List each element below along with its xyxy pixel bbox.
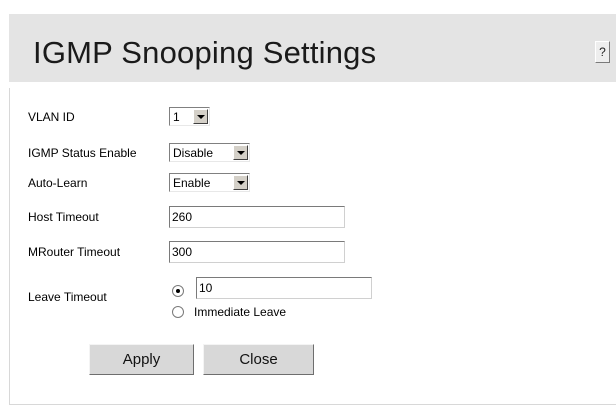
immediate-leave-radio[interactable] — [172, 306, 184, 318]
page: IGMP Snooping Settings ? VLAN ID 1 IGMP … — [0, 0, 616, 413]
chevron-down-icon[interactable] — [233, 175, 248, 190]
chevron-down-icon[interactable] — [193, 109, 208, 124]
mrouter-timeout-label: MRouter Timeout — [28, 245, 121, 259]
close-button[interactable]: Close — [203, 344, 314, 375]
igmp-status-value: Disable — [173, 146, 214, 160]
vlan-id-select[interactable]: 1 — [169, 107, 210, 126]
igmp-status-select[interactable]: Disable — [169, 143, 250, 162]
auto-learn-value: Enable — [173, 176, 211, 190]
auto-learn-label: Auto-Learn — [28, 176, 88, 190]
vlan-id-value: 1 — [173, 110, 180, 124]
mrouter-timeout-input[interactable]: 300 — [169, 241, 345, 263]
vlan-id-label: VLAN ID — [28, 110, 75, 124]
chevron-down-icon[interactable] — [233, 145, 248, 160]
immediate-leave-label: Immediate Leave — [194, 305, 287, 319]
host-timeout-label: Host Timeout — [28, 210, 99, 224]
help-button[interactable]: ? — [595, 41, 610, 63]
leave-timeout-label: Leave Timeout — [28, 290, 107, 304]
igmp-status-label: IGMP Status Enable — [28, 146, 137, 160]
leave-timeout-custom-radio[interactable] — [172, 285, 184, 297]
page-title: IGMP Snooping Settings — [33, 35, 377, 70]
leave-timeout-input[interactable]: 10 — [196, 277, 372, 299]
apply-button[interactable]: Apply — [89, 344, 194, 375]
header-bar: IGMP Snooping Settings — [9, 14, 616, 82]
host-timeout-input[interactable]: 260 — [169, 206, 345, 228]
auto-learn-select[interactable]: Enable — [169, 173, 250, 192]
